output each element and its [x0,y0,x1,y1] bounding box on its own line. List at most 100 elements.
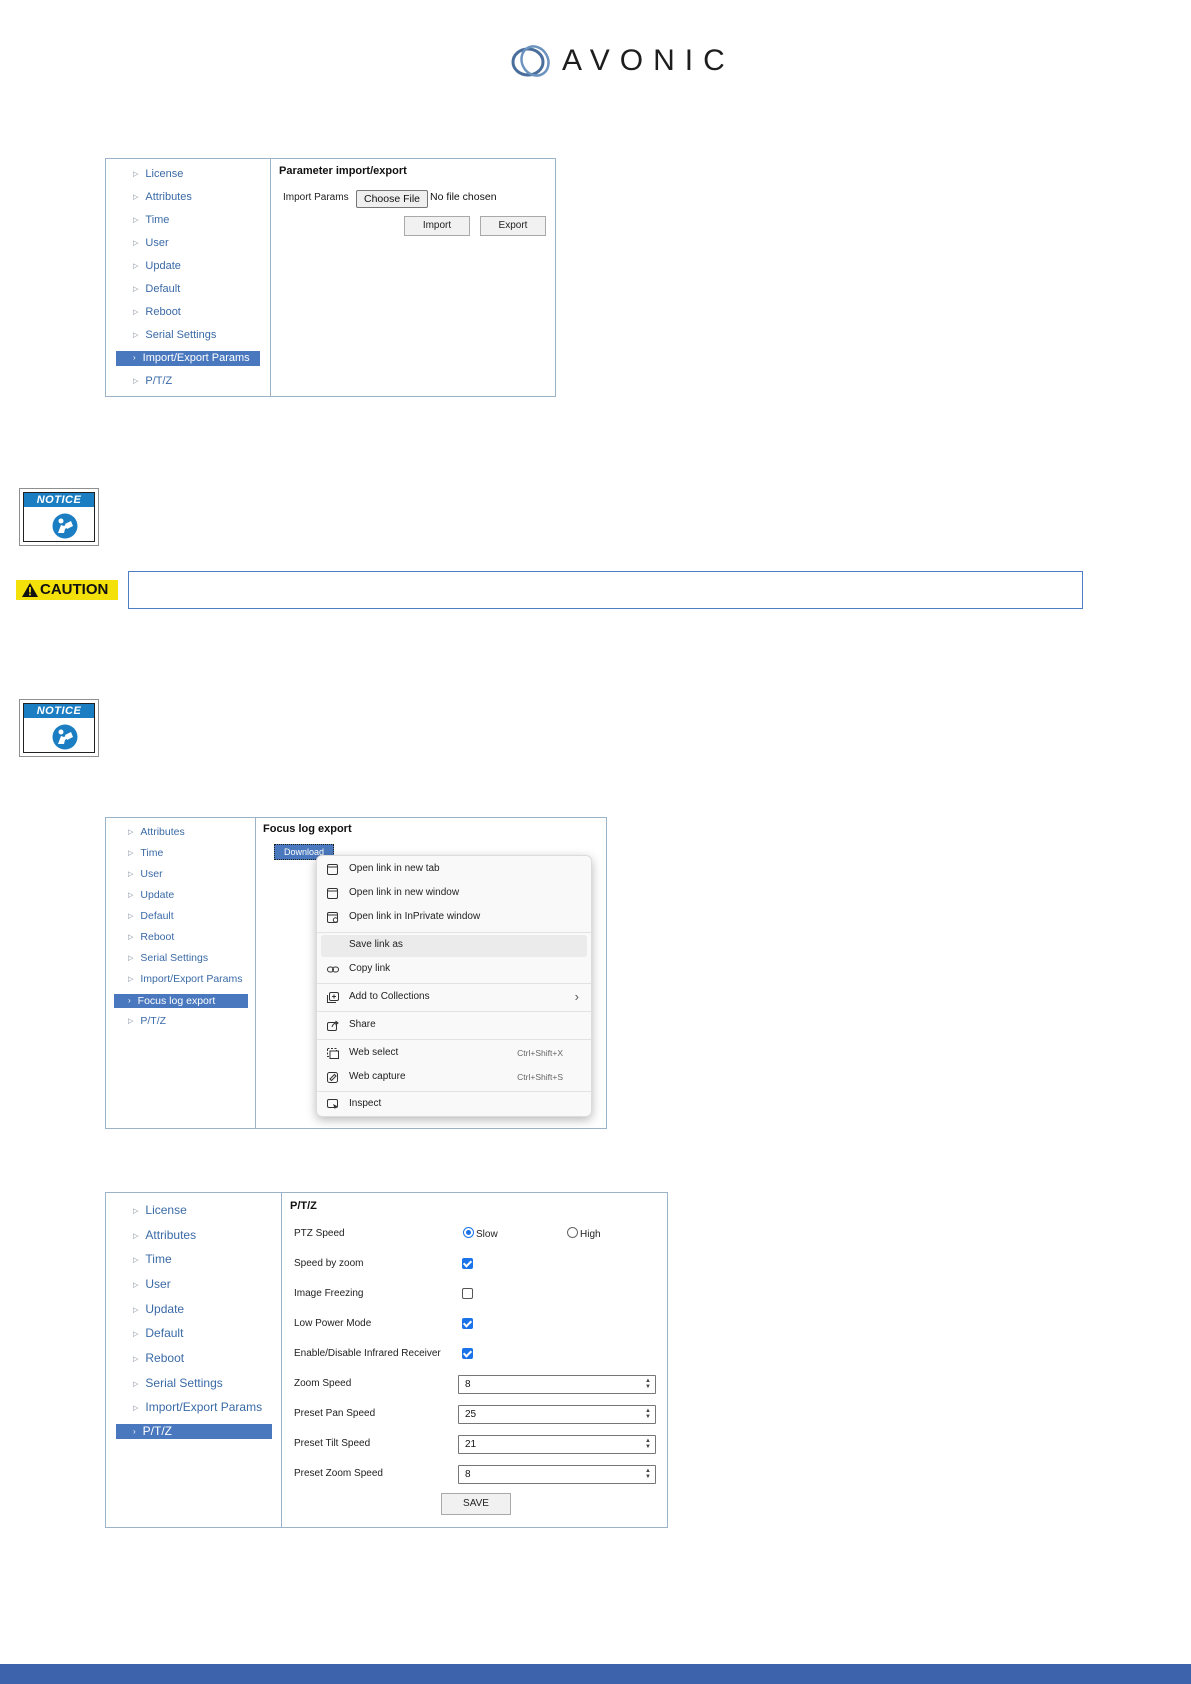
sidebar-item-time[interactable]: ▷ Time [128,847,163,859]
sidebar-item-update[interactable]: ▷ Update [133,260,181,272]
ptz-speed-label: PTZ Speed [294,1228,345,1239]
preset-pan-speed-input[interactable]: 25 ▲ ▼ [458,1405,656,1424]
export-button[interactable]: Export [480,216,546,236]
avonic-logo: AVONIC [508,40,725,84]
menu-copy-link[interactable]: Copy link [317,959,591,981]
link-icon [327,964,339,975]
sidebar-item-default[interactable]: ▷ Default [133,1326,183,1340]
sidebar-item-user[interactable]: ▷ User [133,1277,171,1291]
menu-inspect[interactable]: Inspect [317,1094,591,1116]
triangle-icon: ▷ [128,892,134,899]
notice-badge: NOTICE [19,699,99,757]
triangle-icon: ▷ [133,1356,139,1363]
new-tab-icon [327,864,339,875]
triangle-icon: ▷ [133,1282,139,1289]
notice-label: NOTICE [24,704,94,718]
web-capture-icon [327,1072,339,1083]
sidebar-item-import-export-params[interactable]: ▷ Import/Export Params [128,973,243,985]
sidebar-item-reboot[interactable]: ▷ Reboot [133,1351,184,1365]
triangle-icon: ▷ [133,217,139,224]
sidebar-item-default[interactable]: ▷ Default [128,910,174,922]
sidebar-item-ptz[interactable]: ▷ P/T/Z [133,375,172,387]
menu-separator [317,932,591,933]
triangle-icon: ▷ [133,263,139,270]
sidebar-item-reboot[interactable]: ▷ Reboot [128,931,174,943]
sidebar-item-reboot[interactable]: ▷ Reboot [133,306,181,318]
triangle-icon: ▷ [133,194,139,201]
sidebar-item-time[interactable]: ▷ Time [133,1252,172,1266]
sidebar-item-time[interactable]: ▷ Time [133,214,169,226]
import-export-screenshot: ▷ License ▷ Attributes ▷ Time ▷ User ▷ Update… [105,158,556,397]
triangle-icon: ▷ [128,976,134,983]
import-button[interactable]: Import [404,216,470,236]
zoom-speed-label: Zoom Speed [294,1378,352,1389]
triangle-icon: ▷ [128,850,134,857]
sidebar-item-default[interactable]: ▷ Default [133,283,180,295]
sidebar-item-attributes[interactable]: ▷ Attributes [128,826,185,838]
sidebar-item-update[interactable]: ▷ Update [128,889,174,901]
infrared-receiver-checkbox[interactable] [462,1348,473,1359]
sidebar-item-attributes[interactable]: ▷ Attributes [133,1228,196,1242]
triangle-icon: ▷ [133,1381,139,1388]
triangle-icon: ▷ [133,1307,139,1314]
preset-tilt-speed-input[interactable]: 21 ▲ ▼ [458,1435,656,1454]
logo-mark-icon [511,45,550,77]
save-button[interactable]: SAVE [441,1493,511,1515]
triangle-icon: ▷ [128,871,134,878]
speed-by-zoom-checkbox[interactable] [462,1258,473,1269]
sidebar-item-license[interactable]: ▷ License [133,1203,187,1217]
sidebar-item-serial-settings[interactable]: ▷ Serial Settings [128,952,208,964]
triangle-icon: ▷ [133,309,139,316]
spinner-arrows-icon[interactable]: ▲ ▼ [644,1408,652,1421]
sidebar-item-user[interactable]: ▷ User [128,868,163,880]
ptz-speed-slow-radio[interactable] [463,1227,474,1238]
menu-share[interactable]: Share [317,1015,591,1037]
sidebar-item-license[interactable]: ▷ License [133,168,183,180]
preset-zoom-speed-label: Preset Zoom Speed [294,1468,383,1479]
inprivate-window-icon [327,912,339,923]
zoom-speed-input[interactable]: 8 ▲ ▼ [458,1375,656,1394]
triangle-icon: ▷ [128,934,134,941]
sidebar-item-update[interactable]: ▷ Update [133,1302,184,1316]
sidebar-item-user[interactable]: ▷ User [133,237,169,249]
new-window-icon [327,888,339,899]
ptz-settings-screenshot: ▷ License ▷ Attributes ▷ Time ▷ User ▷ Update… [105,1192,668,1528]
menu-save-link-as[interactable]: Save link as [321,935,587,957]
image-freezing-checkbox[interactable] [462,1288,473,1299]
preset-zoom-speed-input[interactable]: 8 ▲ ▼ [458,1465,656,1484]
sidebar-item-attributes[interactable]: ▷ Attributes [133,191,192,203]
spinner-arrows-icon[interactable]: ▲ ▼ [644,1378,652,1391]
triangle-icon: ▷ [128,829,134,836]
import-params-label: Import Params [283,192,349,203]
caution-badge: CAUTION [16,580,118,600]
sidebar-item-serial-settings[interactable]: ▷ Serial Settings [133,1376,223,1390]
menu-open-inprivate[interactable]: Open link in InPrivate window [317,907,591,929]
spinner-arrows-icon[interactable]: ▲ ▼ [644,1438,652,1451]
ptz-speed-high-radio[interactable] [567,1227,578,1238]
caution-label: CAUTION [40,581,109,598]
read-manual-icon [52,513,78,539]
low-power-mode-checkbox[interactable] [462,1318,473,1329]
menu-add-to-collections[interactable]: Add to Collections › [317,987,591,1009]
sidebar-item-ptz[interactable]: › P/T/Z [116,1424,272,1439]
triangle-icon: ▷ [133,332,139,339]
sidebar-item-serial-settings[interactable]: ▷ Serial Settings [133,329,216,341]
sidebar-item-ptz[interactable]: ▷ P/T/Z [128,1015,166,1027]
caution-text-box [128,571,1083,609]
sidebar-item-import-export-params[interactable]: ▷ Import/Export Params [133,1400,262,1414]
menu-open-new-window[interactable]: Open link in new window [317,883,591,905]
sidebar-item-focus-log-export[interactable]: › Focus log export [114,994,248,1008]
read-manual-icon [52,724,78,750]
spinner-arrows-icon[interactable]: ▲ ▼ [644,1468,652,1481]
triangle-icon: ▷ [133,240,139,247]
triangle-icon: ▷ [133,1405,139,1412]
menu-open-new-tab[interactable]: Open link in new tab [317,859,591,881]
menu-web-select[interactable]: Web select Ctrl+Shift+X [317,1043,591,1065]
triangle-icon: ▷ [133,1208,139,1215]
menu-separator [317,1011,591,1012]
share-icon [327,1020,339,1031]
chevron-right-icon: › [128,996,131,1005]
menu-web-capture[interactable]: Web capture Ctrl+Shift+S [317,1067,591,1089]
choose-file-button[interactable]: Choose File [356,190,428,208]
sidebar-item-import-export-params[interactable]: › Import/Export Params [116,351,260,366]
